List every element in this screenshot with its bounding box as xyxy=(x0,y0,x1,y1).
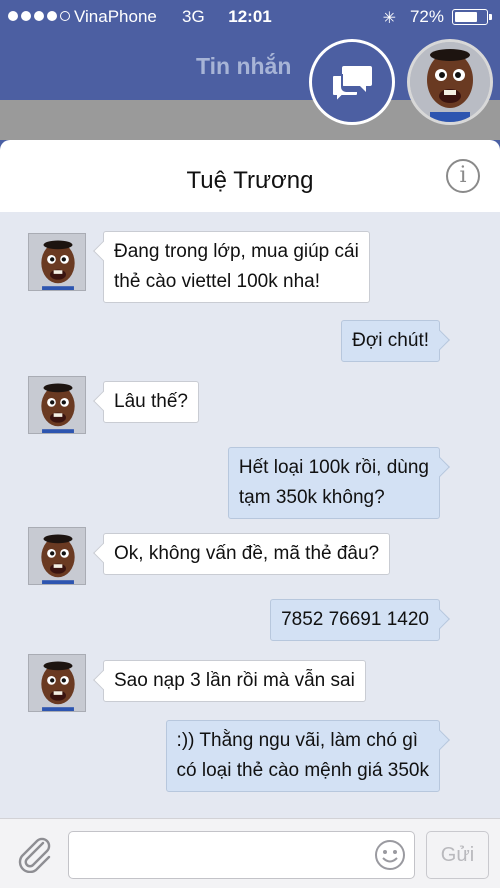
message-line: Đợi chút! xyxy=(352,330,429,351)
contact-avatar xyxy=(28,376,86,434)
message-outgoing[interactable]: Hết loại 100k rồi, dùng tạm 350k không? xyxy=(227,447,440,519)
face-avatar-icon xyxy=(410,42,490,122)
header-avatar[interactable] xyxy=(407,39,493,125)
message-line: Hết loại 100k rồi, dùng xyxy=(238,457,429,478)
attach-button[interactable] xyxy=(16,835,52,878)
battery-icon xyxy=(452,9,492,25)
conversation-sheet: Tuệ Trương i Đang trong lớp, mua giúp cá… xyxy=(0,140,500,888)
battery-percent: 72% xyxy=(409,7,444,26)
send-button[interactable]: Gửi xyxy=(426,831,489,879)
chat-button[interactable] xyxy=(309,39,395,125)
message-line: Sao nạp 3 lần rồi mà vẫn sai xyxy=(114,670,355,691)
info-button[interactable]: i xyxy=(446,159,480,193)
activity-spinner-icon: ✳ xyxy=(382,10,396,27)
message-incoming[interactable]: Lâu thế? xyxy=(103,381,199,423)
message-incoming[interactable]: Sao nạp 3 lần rồi mà vẫn sai xyxy=(103,660,366,702)
message-outgoing[interactable]: Đợi chút! xyxy=(341,320,440,362)
chat-bubbles-icon xyxy=(331,66,372,102)
smiley-icon xyxy=(375,840,405,870)
message-line: Ok, không vấn đề, mã thẻ đâu? xyxy=(114,543,380,564)
face-avatar-icon xyxy=(29,655,85,711)
paperclip-icon xyxy=(18,837,51,874)
message-line: Lâu thế? xyxy=(114,391,188,412)
message-input[interactable] xyxy=(68,831,415,879)
status-bar: VinaPhone 3G 12:01 ✳ 72% xyxy=(8,6,492,28)
contact-avatar xyxy=(28,233,86,291)
face-avatar-icon xyxy=(29,528,85,584)
message-line: 7852 76691 1420 xyxy=(281,609,429,630)
message-incoming[interactable]: Đang trong lớp, mua giúp cái thẻ cào vie… xyxy=(103,231,370,303)
message-incoming[interactable]: Ok, không vấn đề, mã thẻ đâu? xyxy=(103,533,391,575)
message-line: :)) Thằng ngu vãi, làm chó gì xyxy=(176,730,419,751)
message-line: Đang trong lớp, mua giúp cái xyxy=(114,241,359,262)
contact-name: Tuệ Trương xyxy=(186,167,314,194)
message-outgoing[interactable]: 7852 76691 1420 xyxy=(270,599,440,641)
message-line: có loại thẻ cào mệnh giá 350k xyxy=(176,760,429,781)
message-line: thẻ cào viettel 100k nha! xyxy=(114,271,320,292)
contact-avatar xyxy=(28,654,86,712)
message-line: tạm 350k không? xyxy=(238,487,385,508)
emoji-button[interactable] xyxy=(374,839,406,876)
composer-bar: Gửi xyxy=(0,818,500,888)
message-outgoing[interactable]: :)) Thằng ngu vãi, làm chó gì có loại th… xyxy=(165,720,440,792)
contact-avatar xyxy=(28,527,86,585)
face-avatar-icon xyxy=(29,377,85,433)
info-icon: i xyxy=(459,163,467,188)
header-title: Tin nhắn xyxy=(196,53,292,79)
message-list[interactable]: Đang trong lớp, mua giúp cái thẻ cào vie… xyxy=(0,212,500,818)
face-avatar-icon xyxy=(29,234,85,290)
